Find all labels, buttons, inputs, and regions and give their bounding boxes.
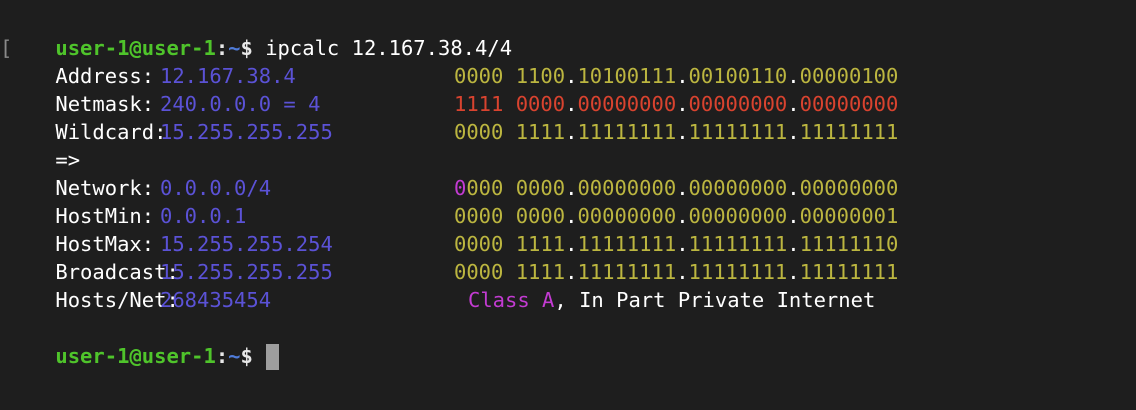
binary-part-a: 0000 0000 <box>454 204 566 228</box>
binary-part-d: 00000000 <box>799 92 899 116</box>
row-binary: 0000 1111.11111111.11111111.11111111 <box>454 118 898 146</box>
row-value: 268435454 <box>160 288 272 312</box>
octet-dot: . <box>787 64 800 88</box>
binary-part-a: 0000 1111 <box>454 232 566 256</box>
binary-part-d: 11111110 <box>799 232 899 256</box>
binary-part-c: 00100110 <box>688 64 788 88</box>
row-binary: 1111 0000.00000000.00000000.00000000 <box>454 90 898 118</box>
binary-part-d: 11111111 <box>799 120 899 144</box>
binary-part-c: 11111111 <box>688 232 788 256</box>
command-line: [user-1@user-1:~$ ipcalc 12.167.38.4/4 <box>0 6 512 60</box>
class-label: Class A <box>468 288 555 312</box>
binary-part-c: 11111111 <box>688 260 788 284</box>
octet-dot: . <box>565 176 578 200</box>
binary-part-a: 1111 0000 <box>454 92 566 116</box>
row-binary: 0000 0000.00000000.00000000.00000001 <box>454 202 898 230</box>
binary-part-d: 00000000 <box>799 176 899 200</box>
terminal-cursor[interactable] <box>266 344 280 370</box>
octet-dot: . <box>676 232 689 256</box>
octet-dot: . <box>676 260 689 284</box>
prompt-separator: : <box>215 344 229 368</box>
binary-part-b: 00000000 <box>577 92 677 116</box>
output-row-network: Network: 0.0.0.0/4 0000 0000.00000000.0000… <box>6 146 898 200</box>
binary-part-a: 000 0000 <box>466 176 566 200</box>
output-row-netmask: Netmask: 240.0.0.0 = 4 1111 0000.00000000.… <box>6 62 898 116</box>
output-row-wildcard: Wildcard: 15.255.255.255 0000 1111.1111111… <box>6 90 898 144</box>
binary-part-b: 11111111 <box>577 260 677 284</box>
octet-dot: . <box>565 120 578 144</box>
octet-dot: . <box>565 232 578 256</box>
octet-dot: . <box>787 232 800 256</box>
command-text: ipcalc 12.167.38.4/4 <box>265 36 513 60</box>
output-row-hostmax: HostMax: 15.255.255.254 0000 1111.11111111… <box>6 202 898 256</box>
octet-dot: . <box>676 64 689 88</box>
octet-dot: . <box>787 204 800 228</box>
octet-dot: . <box>676 204 689 228</box>
octet-dot: . <box>676 176 689 200</box>
prompt-symbol: $ <box>240 36 253 60</box>
output-row-arrow: => <box>6 118 209 172</box>
octet-dot: . <box>787 260 800 284</box>
class-description: , In Part Private Internet <box>554 288 876 312</box>
octet-dot: . <box>565 92 578 116</box>
octet-dot: . <box>676 92 689 116</box>
binary-part-a: 0000 1111 <box>454 120 566 144</box>
output-row-broadcast: Broadcast: 15.255.255.255 0000 1111.111111… <box>6 230 898 284</box>
binary-part-b: 11111111 <box>577 120 677 144</box>
prompt-symbol: $ <box>240 344 253 368</box>
binary-part-b: 10100111 <box>577 64 677 88</box>
prompt-path: ~ <box>228 344 241 368</box>
binary-part-b: 00000000 <box>577 176 677 200</box>
octet-dot: . <box>787 176 800 200</box>
terminal-window[interactable]: [user-1@user-1:~$ ipcalc 12.167.38.4/4 A… <box>0 0 1136 410</box>
row-binary: 0000 0000.00000000.00000000.00000000 <box>454 174 898 202</box>
binary-part-a: 0000 1111 <box>454 260 566 284</box>
binary-part-d: 00000100 <box>799 64 899 88</box>
octet-dot: . <box>787 120 800 144</box>
prompt-line: user-1@user-1:~$ <box>6 314 280 370</box>
network-bits-highlight: 0 <box>454 176 467 200</box>
output-row-hosts-net: Hosts/Net: 268435454 Class A, In Part Priv… <box>6 258 875 312</box>
output-row-address: Address: 12.167.38.4 0000 1100.10100111.00… <box>6 34 898 88</box>
binary-part-c: 00000000 <box>688 204 788 228</box>
octet-dot: . <box>565 260 578 284</box>
class-info: Class A, In Part Private Internet <box>468 286 875 314</box>
row-binary: 0000 1100.10100111.00100110.00000100 <box>454 62 898 90</box>
binary-part-b: 00000000 <box>577 204 677 228</box>
row-binary: 0000 1111.11111111.11111111.11111110 <box>454 230 898 258</box>
octet-dot: . <box>676 120 689 144</box>
octet-dot: . <box>565 204 578 228</box>
row-binary: 0000 1111.11111111.11111111.11111111 <box>454 258 898 286</box>
binary-part-d: 11111111 <box>799 260 899 284</box>
prompt-path: ~ <box>228 36 241 60</box>
prompt-user-host: user-1@user-1 <box>55 344 216 368</box>
binary-part-d: 00000001 <box>799 204 899 228</box>
binary-part-c: 00000000 <box>688 176 788 200</box>
binary-part-c: 11111111 <box>688 120 788 144</box>
binary-part-a: 0000 1100 <box>454 64 566 88</box>
octet-dot: . <box>787 92 800 116</box>
binary-part-c: 00000000 <box>688 92 788 116</box>
output-row-hostmin: HostMin: 0.0.0.1 0000 0000.00000000.000000… <box>6 174 898 228</box>
octet-dot: . <box>565 64 578 88</box>
binary-part-b: 11111111 <box>577 232 677 256</box>
prompt-separator: : <box>215 36 229 60</box>
